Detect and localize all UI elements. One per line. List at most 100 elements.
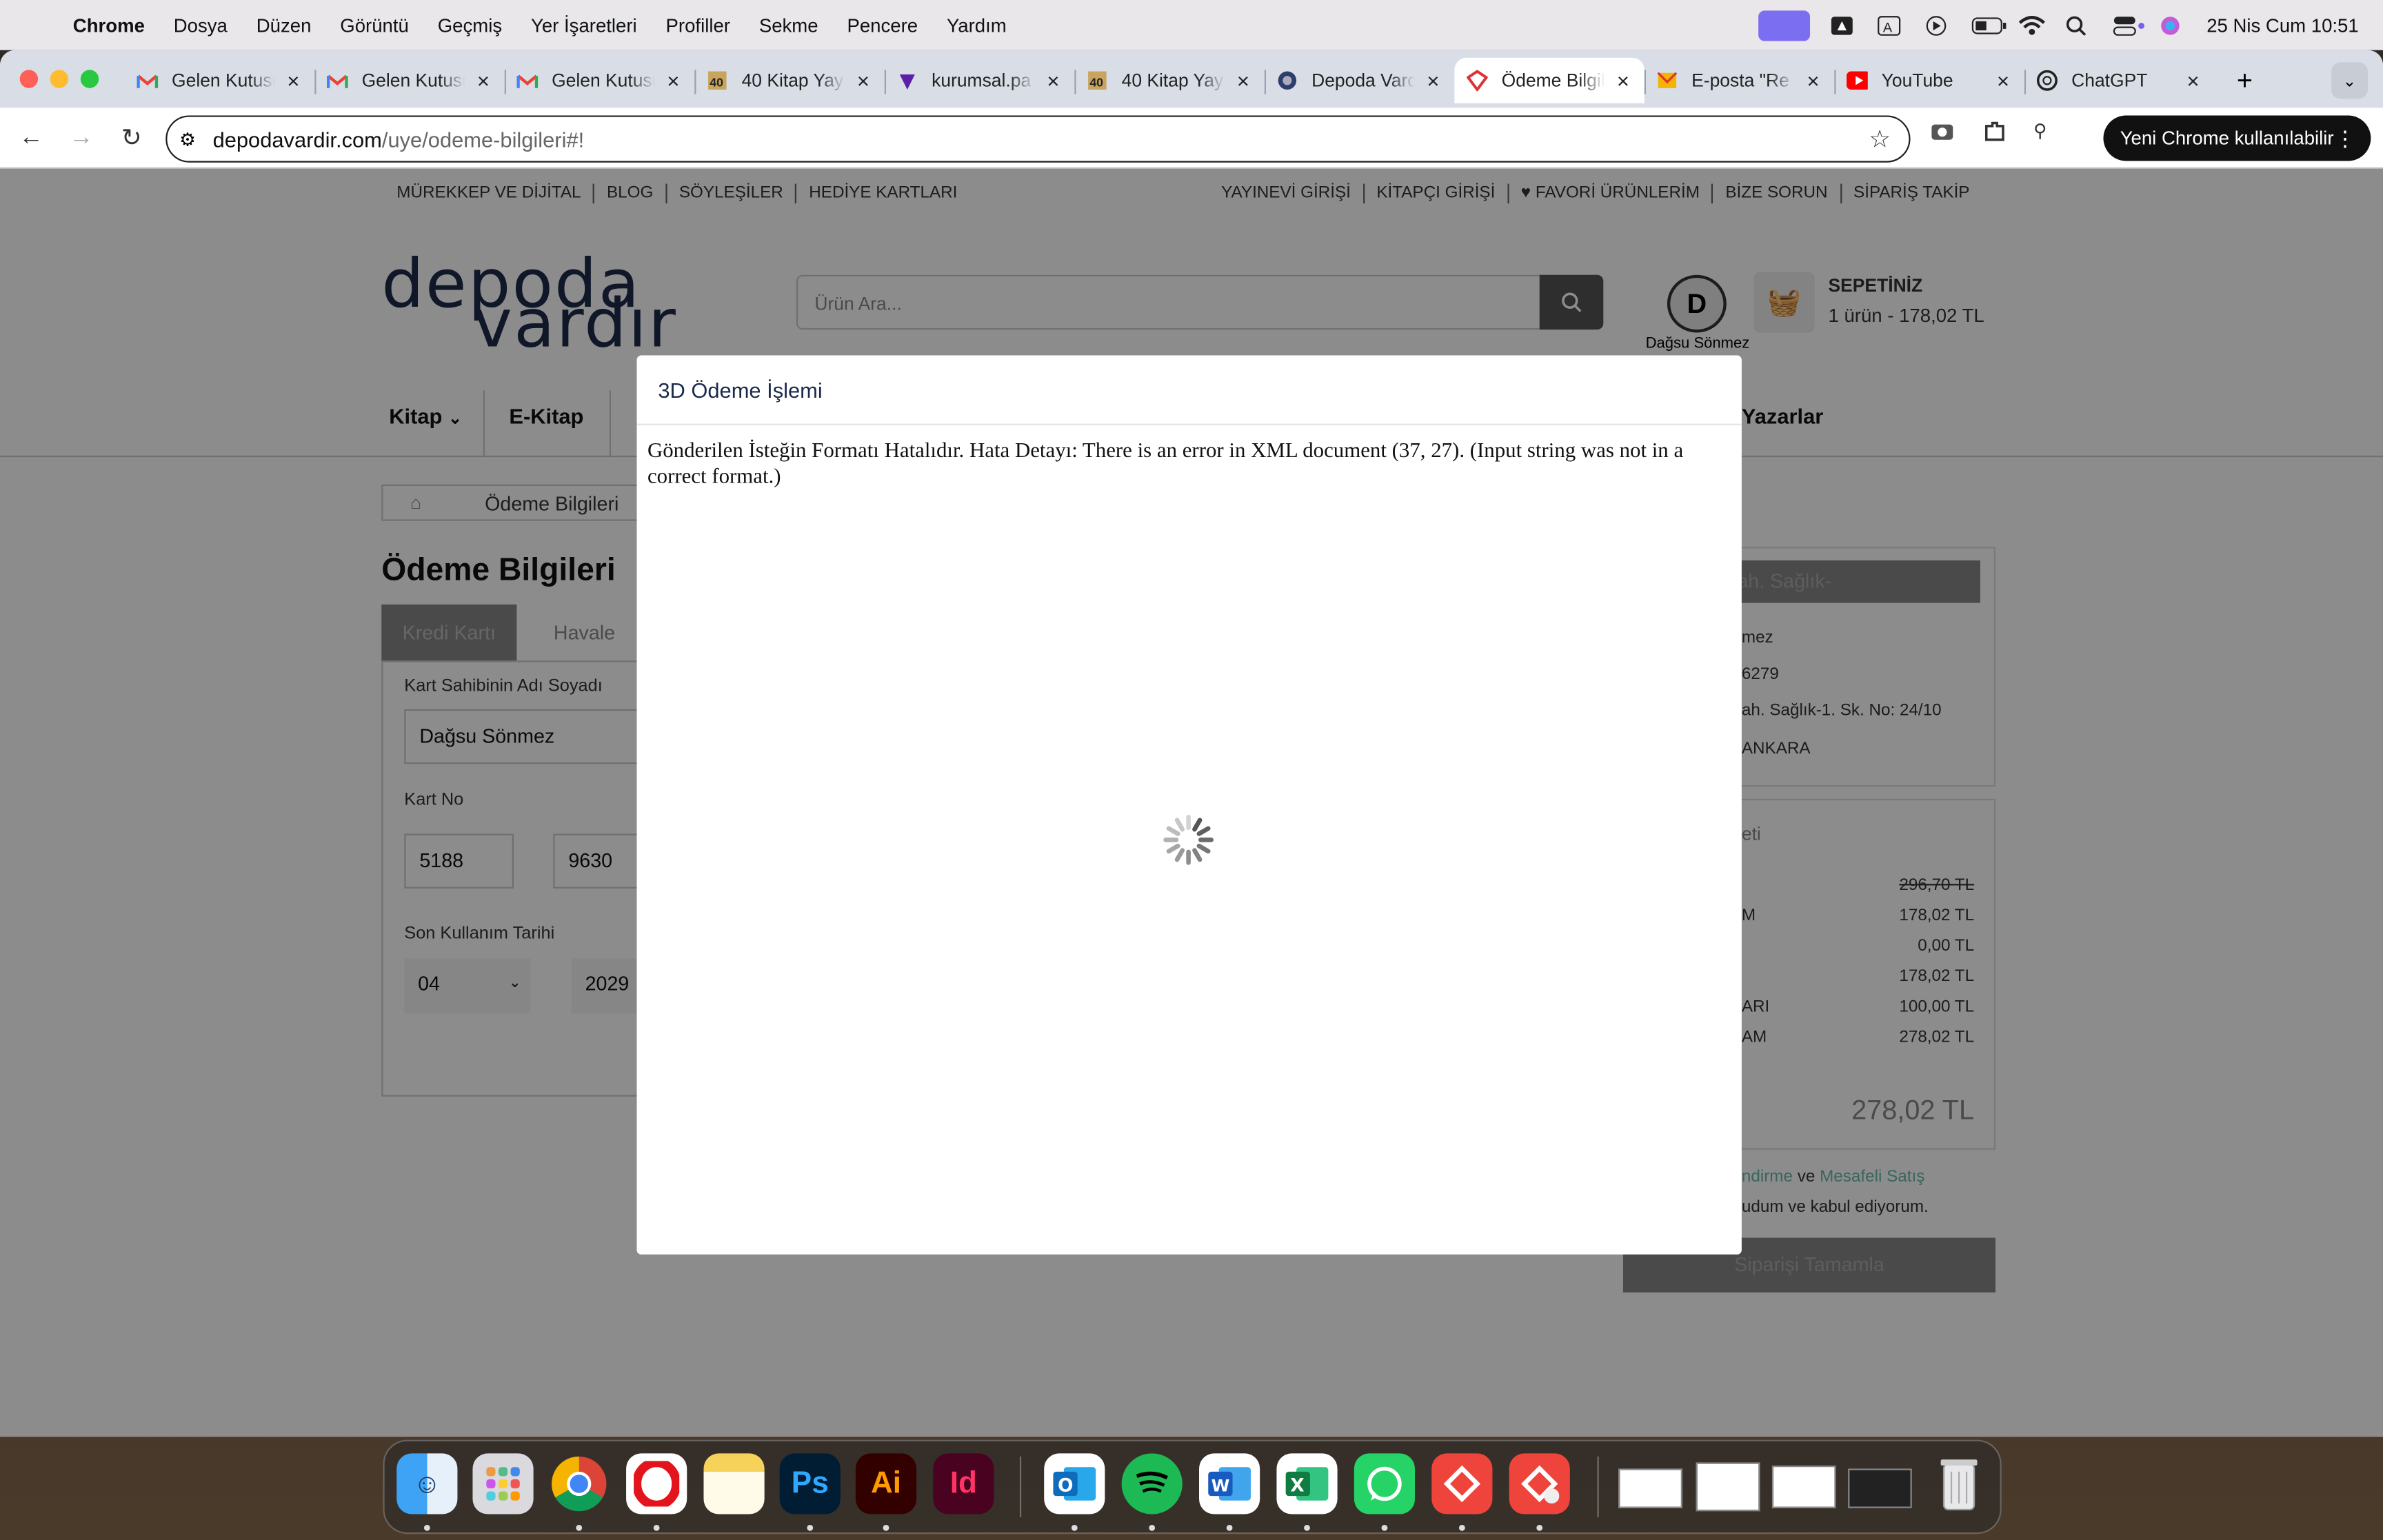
photoshop-icon[interactable]: Ps [779, 1453, 841, 1514]
screen-share-icon[interactable] [1758, 10, 1810, 41]
outlook-icon[interactable]: O [1044, 1453, 1105, 1514]
notes-icon[interactable] [703, 1453, 765, 1514]
close-tab-icon[interactable]: × [1234, 68, 1252, 92]
close-tab-icon[interactable]: × [1424, 68, 1442, 92]
launchpad-icon[interactable] [472, 1453, 534, 1514]
forward-button[interactable]: → [57, 124, 107, 152]
close-tab-icon[interactable]: × [854, 68, 872, 92]
close-tab-icon[interactable]: × [1994, 68, 2012, 92]
svg-text:40: 40 [1089, 76, 1103, 90]
menu-duzen[interactable]: Düzen [257, 14, 312, 36]
minimized-window-thumb[interactable] [1848, 1468, 1912, 1508]
menu-profiller[interactable]: Profiller [666, 14, 730, 36]
browser-tab[interactable]: 40 40 Kitap Yayın × [1074, 58, 1265, 103]
spotlight-search-icon[interactable] [2065, 14, 2093, 36]
finder-icon[interactable]: ☺ [396, 1453, 458, 1514]
browser-tab[interactable]: Gelen Kutusu × [504, 58, 695, 103]
whatsapp-icon[interactable] [1354, 1453, 1416, 1514]
extensions-icon[interactable] [1982, 120, 2006, 150]
more-menu-icon[interactable]: ⋮ [2334, 125, 2355, 151]
browser-tab[interactable]: kurumsal.pa × [884, 58, 1075, 103]
menu-chrome[interactable]: Chrome [73, 14, 145, 36]
tab-title: Gelen Kutusu [361, 70, 465, 92]
tab-search-button[interactable]: ⌄ [2331, 62, 2368, 99]
word-icon[interactable]: W [1199, 1453, 1260, 1514]
gmail-icon [326, 70, 348, 91]
back-button[interactable]: ← [6, 124, 57, 152]
browser-tab[interactable]: E-posta "Re × [1644, 58, 1835, 103]
tab-title: Gelen Kutusu [552, 70, 655, 92]
menu-gecmis[interactable]: Geçmiş [438, 14, 502, 36]
gmail-icon [516, 70, 539, 91]
spotify-icon[interactable] [1121, 1453, 1183, 1514]
close-tab-icon[interactable]: × [1614, 68, 1632, 92]
menu-dosya[interactable]: Dosya [174, 14, 228, 36]
gmail-icon [137, 70, 159, 91]
tab-title: Ödeme Bilgileri [1501, 70, 1605, 92]
illustrator-icon[interactable]: Ai [855, 1453, 917, 1514]
close-tab-icon[interactable]: × [1804, 68, 1822, 92]
address-bar[interactable]: ⚙ depodavardir.com/uye/odeme-bilgileri#!… [165, 115, 1911, 163]
chrome-icon[interactable] [549, 1453, 610, 1514]
menubar-clock[interactable]: 25 Nis Cum 10:51 [2206, 14, 2359, 36]
camera-icon[interactable] [1930, 120, 1954, 150]
browser-tab[interactable]: ChatGPT × [2024, 58, 2215, 103]
reload-button[interactable]: ↻ [106, 122, 157, 152]
minimized-window-thumb[interactable] [1771, 1466, 1836, 1508]
indesign-icon[interactable]: Id [933, 1453, 994, 1514]
anydesk-icon[interactable] [1431, 1453, 1493, 1514]
wifi-icon[interactable] [2018, 14, 2046, 36]
minimized-window-thumb[interactable] [1618, 1468, 1682, 1508]
menu-yardim[interactable]: Yardım [947, 14, 1007, 36]
close-window-button[interactable] [19, 70, 39, 88]
minimize-window-button[interactable] [50, 70, 69, 88]
anydesk-client-icon[interactable] [1509, 1453, 1570, 1514]
close-tab-icon[interactable]: × [2184, 68, 2202, 92]
browser-tab[interactable]: 40 40 Kitap Yayın × [694, 58, 885, 103]
control-center-icon[interactable] [2113, 14, 2144, 36]
purple-gem-icon [896, 70, 918, 91]
close-tab-icon[interactable]: × [1044, 68, 1062, 92]
close-tab-icon[interactable]: × [474, 68, 492, 92]
zoom-window-button[interactable] [80, 70, 99, 88]
new-tab-button[interactable]: + [2224, 58, 2266, 108]
svg-text:A: A [1883, 19, 1893, 34]
url-domain: depodavardir.com [212, 126, 382, 152]
opera-icon[interactable] [626, 1453, 687, 1514]
profile-icon[interactable]: ⚲ [2033, 120, 2047, 150]
url-path: /uye/odeme-bilgileri#! [381, 126, 585, 152]
close-tab-icon[interactable]: × [284, 68, 302, 92]
chrome-update-button[interactable]: Yeni Chrome kullanılabilir ⋮ [2103, 115, 2371, 161]
play-icon[interactable] [1924, 14, 1951, 36]
menu-yer-isaretleri[interactable]: Yer İşaretleri [531, 14, 637, 36]
translate-icon[interactable]: A [1877, 14, 1904, 36]
book-icon: 40 [1087, 70, 1108, 91]
menu-pencere[interactable]: Pencere [847, 14, 918, 36]
tab-title: E-posta "Re [1691, 70, 1789, 92]
svg-text:W: W [1211, 1477, 1230, 1496]
browser-tab[interactable]: Depoda Vardır × [1264, 58, 1455, 103]
menu-sekme[interactable]: Sekme [759, 14, 818, 36]
browser-tab[interactable]: Gelen Kutusu × [125, 58, 315, 103]
browser-tab[interactable]: Ödeme Bilgileri × [1454, 57, 1645, 103]
drive-icon[interactable] [1830, 14, 1858, 36]
chatgpt-icon [2036, 70, 2058, 91]
modal-title: 3D Ödeme İşlemi [636, 356, 1742, 425]
tab-title: 40 Kitap Yayın [1121, 70, 1225, 92]
battery-icon[interactable] [1971, 14, 2007, 36]
browser-tab[interactable]: YouTube × [1834, 58, 2024, 103]
tab-title: Gelen Kutusu [172, 70, 275, 92]
mac-dock: ☺ Ps Ai Id O W X [383, 1439, 2002, 1534]
loading-spinner-icon [1163, 814, 1214, 865]
bookmark-star-icon[interactable]: ☆ [1869, 124, 1891, 154]
svg-text:O: O [1058, 1475, 1073, 1497]
trash-icon[interactable] [1929, 1453, 1989, 1514]
menu-goruntu[interactable]: Görüntü [340, 14, 409, 36]
siri-icon[interactable] [2160, 14, 2187, 36]
minimized-window-thumb[interactable] [1696, 1462, 1760, 1512]
site-settings-icon[interactable]: ⚙ [179, 128, 212, 150]
excel-icon[interactable]: X [1276, 1453, 1338, 1514]
close-tab-icon[interactable]: × [664, 68, 682, 92]
tab-title: ChatGPT [2071, 70, 2148, 92]
browser-tab[interactable]: Gelen Kutusu × [314, 58, 505, 103]
